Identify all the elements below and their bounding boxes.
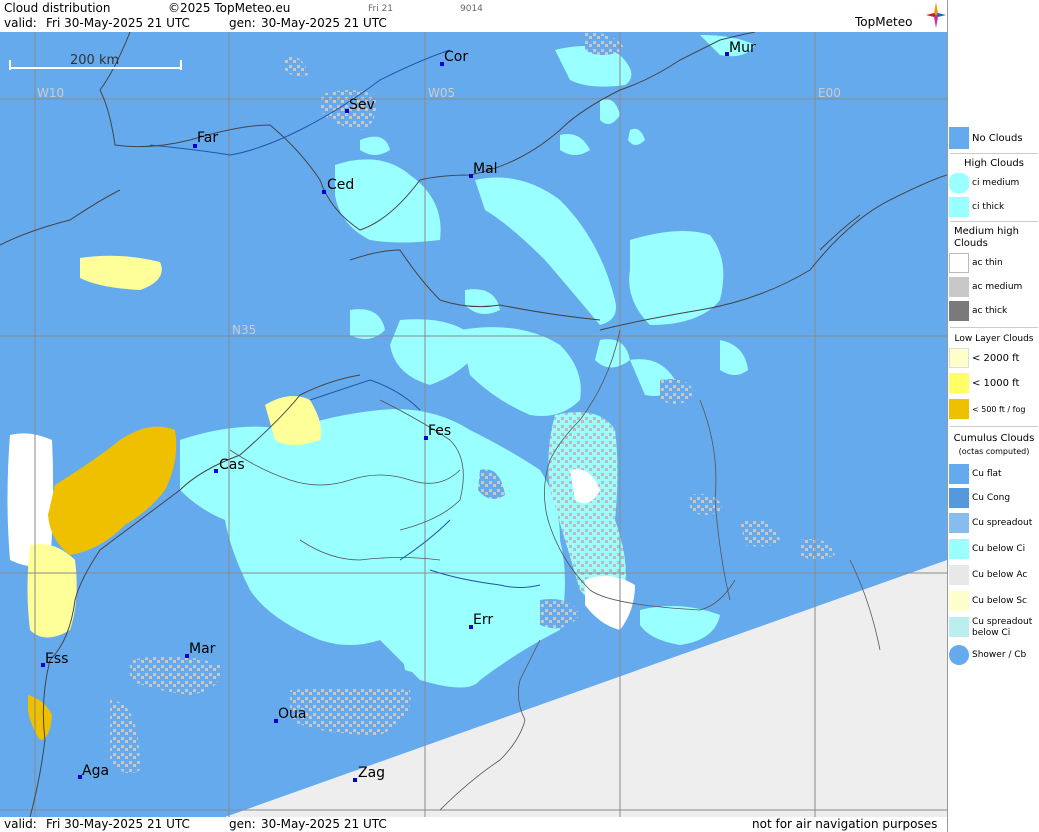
legend-label-ci-thick: ci thick: [972, 202, 1005, 212]
tab-fri[interactable]: Fri 21: [368, 4, 393, 14]
legend-swatch-cu-below-ci: [949, 539, 969, 559]
legend-header-low: Low Layer Clouds: [954, 334, 1034, 344]
city-label: Zag: [358, 765, 385, 781]
city-label: Ess: [45, 651, 68, 667]
legend-divider: [950, 426, 1038, 427]
legend-label-low-2000: < 2000 ft: [972, 353, 1020, 364]
legend-label-cu-flat: Cu flat: [972, 469, 1002, 479]
grid-label-w05: W05: [428, 86, 455, 100]
legend-header-mid: Medium high Clouds: [954, 226, 1019, 249]
city-label: Sev: [349, 97, 375, 113]
city-marker: [214, 469, 218, 473]
legend-header-high: High Clouds: [964, 158, 1024, 169]
city-label: Mur: [729, 40, 756, 56]
legend-swatch-cu-below-sc: [949, 591, 969, 611]
legend-swatch-low-1000: [949, 373, 969, 393]
grid-label-e00: E00: [818, 86, 841, 100]
legend-swatch-shower: [949, 645, 969, 665]
city-marker: [322, 190, 326, 194]
legend-swatch-cu-flat: [949, 464, 969, 484]
legend-swatch-low-500: [949, 399, 969, 419]
legend-subheader-cu: (octas computed): [958, 447, 1030, 456]
city-label: Err: [473, 612, 493, 628]
legend-panel: No Clouds High Clouds ci medium ci thick…: [947, 0, 1039, 832]
legend-label-cu-below-ci: Cu below Ci: [972, 544, 1026, 554]
scale-label: 200 km: [70, 53, 119, 68]
cloud-map[interactable]: W10 W05 E00 N35 200 km Cor Mur Sev Far M…: [0, 32, 947, 817]
legend-header-cu: Cumulus Clouds: [953, 433, 1035, 444]
legend-swatch-ac-thick: [949, 301, 969, 321]
header-bar: Cloud distribution ©2025 TopMeteo.eu Fri…: [0, 0, 947, 32]
city-label: Mal: [473, 161, 498, 177]
legend-swatch-cu-cong: [949, 488, 969, 508]
legend-label-cu-spread-below-ci-2: below Ci: [972, 628, 1011, 638]
legend-label-cu-below-sc: Cu below Sc: [972, 596, 1027, 606]
compass-star-icon: [926, 2, 946, 28]
footer-disclaimer: not for air navigation purposes: [752, 817, 938, 831]
valid-label: valid:: [4, 16, 37, 30]
code-label: 9014: [460, 4, 483, 14]
city-label: Mar: [189, 641, 216, 657]
legend-swatch-ci-thick: [949, 197, 969, 217]
map-title: Cloud distribution: [4, 1, 111, 15]
legend-divider: [950, 221, 1038, 222]
legend-swatch-ac-thin: [949, 253, 969, 273]
legend-label-ac-medium: ac medium: [972, 282, 1023, 292]
city-label: Far: [197, 130, 218, 146]
grid-label-n35: N35: [232, 323, 256, 337]
legend-label-low-1000: < 1000 ft: [972, 378, 1020, 389]
city-label: Aga: [82, 763, 109, 779]
legend-label-ci-medium: ci medium: [972, 178, 1020, 188]
legend-swatch-cu-spread-below-ci: [949, 617, 969, 637]
legend-label-ac-thick: ac thick: [972, 306, 1008, 316]
gen-label: gen:: [229, 16, 256, 30]
grid-label-w10: W10: [37, 86, 64, 100]
legend-swatch-cu-below-ac: [949, 565, 969, 585]
city-marker: [353, 778, 357, 782]
legend-label-cu-spreadout: Cu spreadout: [972, 518, 1033, 528]
valid-value: Fri 30-May-2025 21 UTC: [46, 16, 190, 30]
legend-swatch-low-2000: [949, 348, 969, 368]
legend-label-no-clouds: No Clouds: [972, 133, 1023, 144]
legend-label-shower: Shower / Cb: [972, 650, 1027, 660]
gen-value: 30-May-2025 21 UTC: [261, 16, 387, 30]
legend-label-cu-below-ac: Cu below Ac: [972, 570, 1028, 580]
topmeteo-logo[interactable]: TopMeteo: [855, 15, 912, 29]
footer-bar: valid: Fri 30-May-2025 21 UTC gen: 30-Ma…: [0, 817, 947, 832]
city-label: Cor: [444, 49, 468, 65]
legend-swatch-ac-medium: [949, 277, 969, 297]
footer-valid-label: valid:: [4, 817, 37, 831]
legend-divider: [950, 327, 1038, 328]
copyright: ©2025 TopMeteo.eu: [168, 1, 291, 15]
legend-label-cu-cong: Cu Cong: [972, 493, 1011, 503]
legend-label-cu-spread-below-ci-1: Cu spreadout: [972, 617, 1033, 627]
city-label: Fes: [428, 423, 451, 439]
legend-label-ac-thin: ac thin: [972, 258, 1003, 268]
city-label: Cas: [219, 457, 245, 473]
legend-swatch-ci-medium: [949, 173, 969, 193]
legend-swatch-cu-spreadout: [949, 513, 969, 533]
legend-swatch-no-clouds: [949, 127, 969, 149]
footer-valid-value: Fri 30-May-2025 21 UTC: [46, 817, 190, 831]
legend-label-low-500: < 500 ft / fog: [972, 405, 1026, 414]
city-label: Oua: [278, 706, 306, 722]
footer-gen-label: gen:: [229, 817, 256, 831]
city-label: Ced: [327, 177, 354, 193]
legend-divider: [950, 153, 1038, 154]
footer-gen-value: 30-May-2025 21 UTC: [261, 817, 387, 831]
